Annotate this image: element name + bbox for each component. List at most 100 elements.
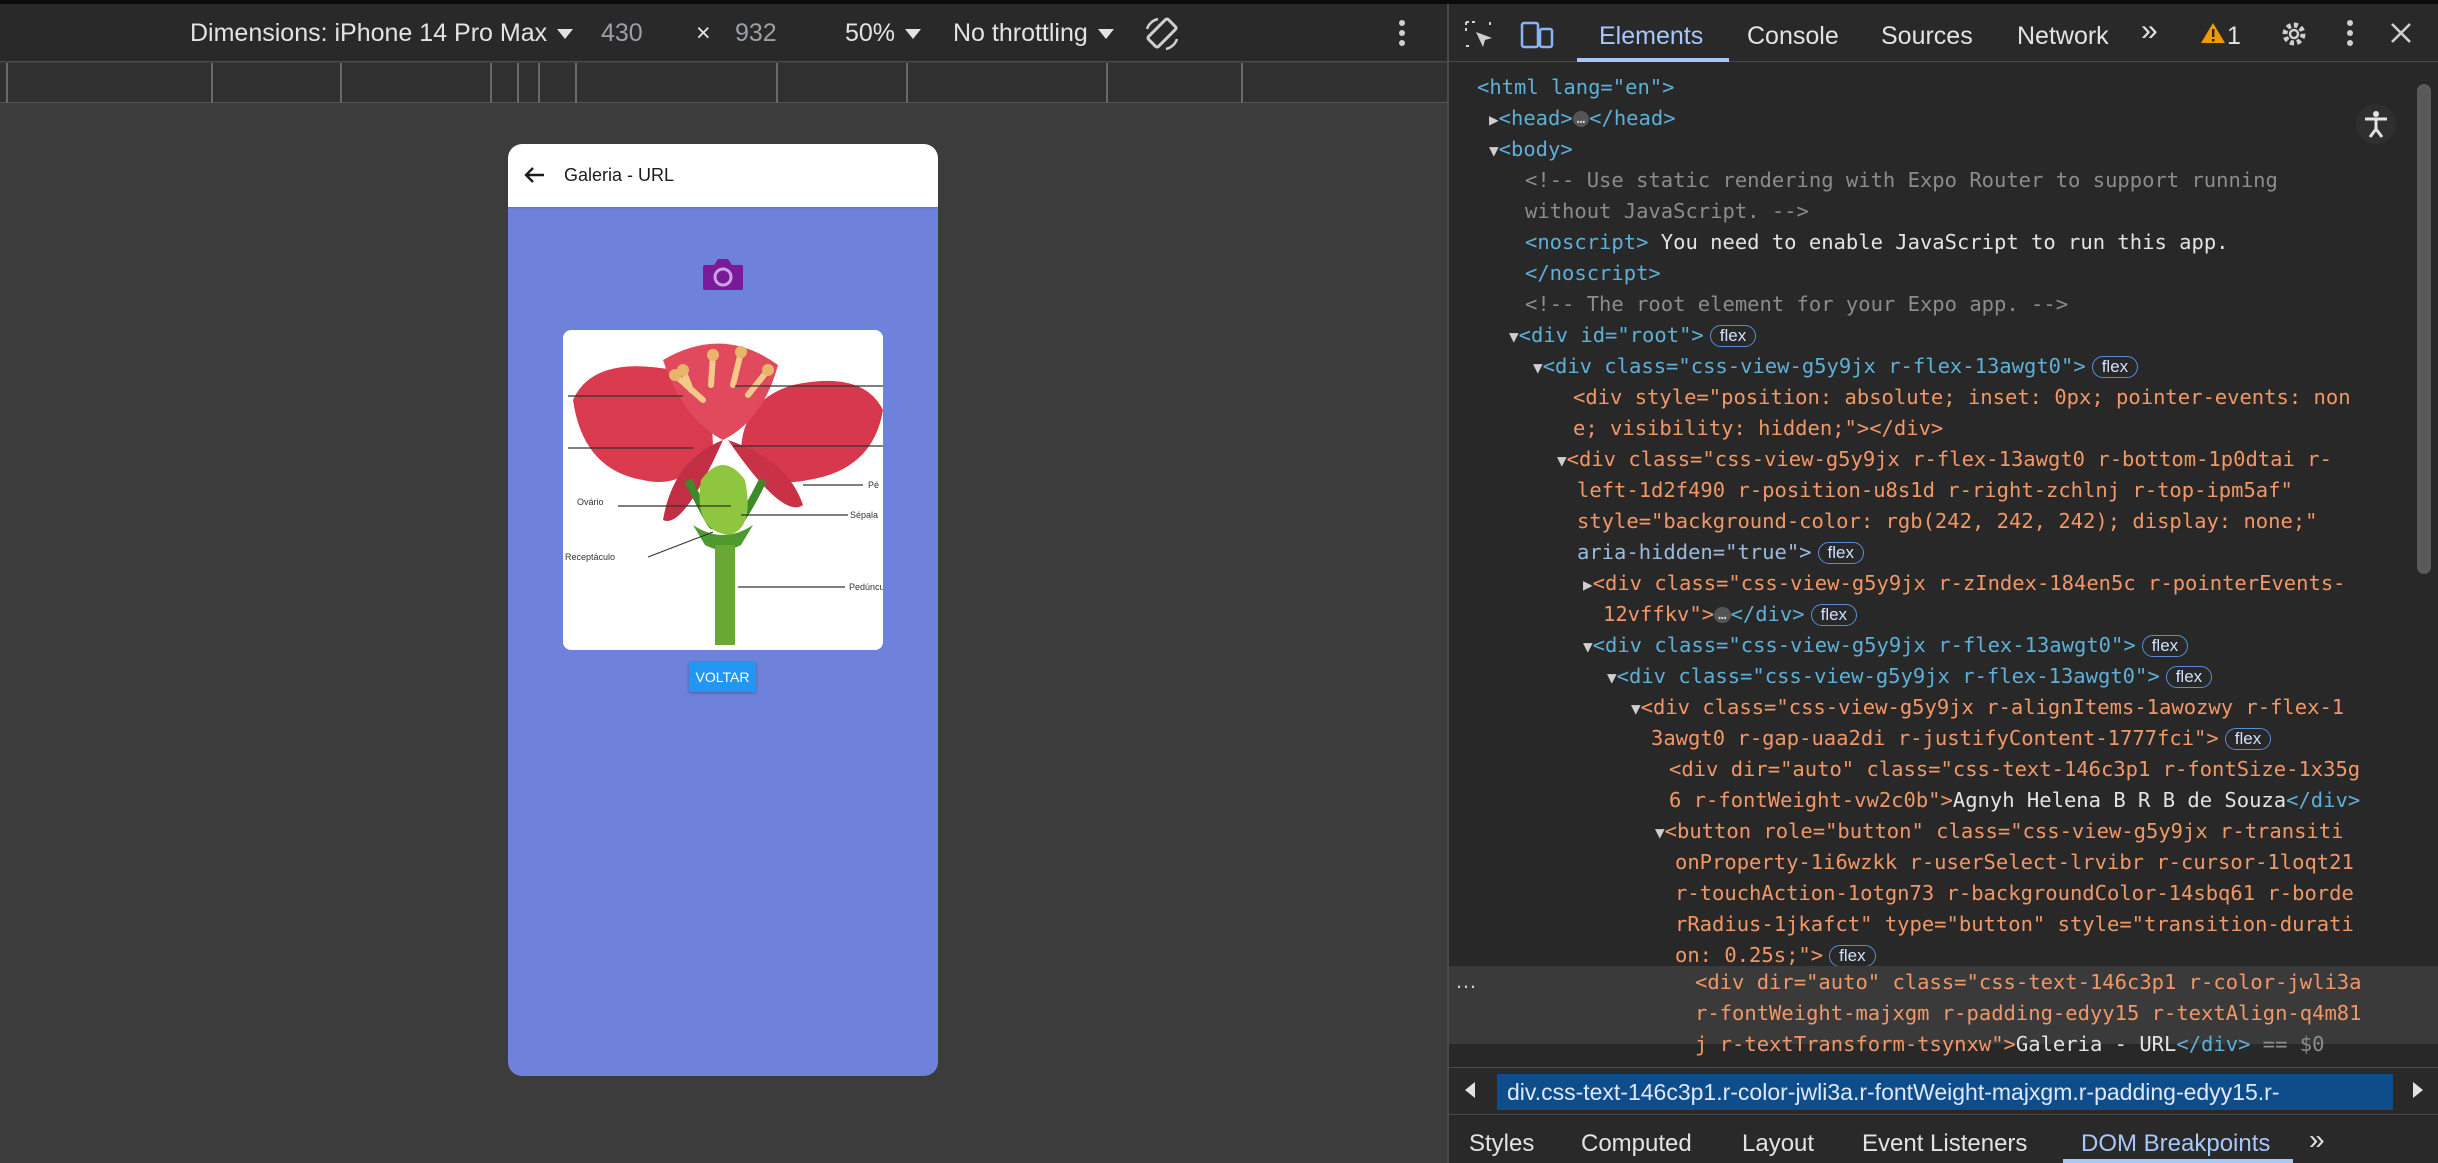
- dom-line[interactable]: onProperty-1i6wzkk r-userSelect-lrvibr r…: [1675, 847, 2354, 878]
- device-toolbar: Dimensions: iPhone 14 Pro Max 430 × 932 …: [0, 4, 1447, 62]
- width-input[interactable]: 430: [601, 19, 643, 48]
- close-icon[interactable]: [2389, 21, 2413, 50]
- tab-computed[interactable]: Computed: [1581, 1130, 1692, 1158]
- dom-line[interactable]: 12vffkv">… </div> flex: [1603, 599, 1858, 630]
- more-tabs-icon[interactable]: »: [2309, 1124, 2325, 1156]
- dom-line[interactable]: ▼<div class="css-view-g5y9jx r-flex-13aw…: [1557, 444, 2332, 476]
- back-arrow-icon[interactable]: [522, 162, 548, 188]
- customize-menu-icon[interactable]: [2344, 18, 2356, 53]
- collapse-arrow-icon[interactable]: ▼: [1557, 451, 1567, 470]
- rotate-icon[interactable]: [1144, 17, 1180, 58]
- flex-badge[interactable]: flex: [1829, 945, 1876, 967]
- code-text: You need to enable JavaScript to run thi…: [1648, 230, 2229, 254]
- breadcrumb[interactable]: div.css-text-146c3p1.r-color-jwli3a.r-fo…: [1497, 1074, 2393, 1110]
- dom-line[interactable]: 3awgt0 r-gap-uaa2di r-justifyContent-177…: [1651, 723, 2272, 754]
- collapse-arrow-icon[interactable]: ▼: [1533, 358, 1543, 377]
- code-text: 6 r-fontWeight-vw2c0b">: [1669, 788, 1953, 812]
- ellipsis-badge[interactable]: …: [1572, 111, 1590, 127]
- code-text: on: 0.25s;">: [1675, 943, 1824, 967]
- dom-line[interactable]: ▼<div id="root"> flex: [1509, 320, 1757, 352]
- accessibility-tree-button[interactable]: [2356, 104, 2396, 144]
- tab-sources[interactable]: Sources: [1881, 22, 1973, 51]
- vertical-scrollbar[interactable]: [2417, 84, 2431, 574]
- dom-line[interactable]: <noscript> You need to enable JavaScript…: [1525, 227, 2229, 258]
- flex-badge[interactable]: flex: [2141, 635, 2189, 657]
- settings-gear-icon[interactable]: [2279, 19, 2309, 54]
- voltar-button[interactable]: VOLTAR: [689, 662, 756, 692]
- dom-line[interactable]: ▶<div class="css-view-g5y9jx r-zIndex-18…: [1583, 568, 2346, 600]
- code-text: <div class="css-view-g5y9jx r-flex-13awg…: [1542, 354, 2086, 378]
- chevron-down-icon: [905, 29, 922, 40]
- dom-line[interactable]: <div style="position: absolute; inset: 0…: [1573, 382, 2351, 413]
- tab-styles[interactable]: Styles: [1469, 1130, 1534, 1158]
- tab-event-listeners[interactable]: Event Listeners: [1862, 1130, 2027, 1158]
- dom-line[interactable]: e; visibility: hidden;"></div>: [1573, 413, 1943, 444]
- collapse-arrow-icon[interactable]: ▼: [1583, 637, 1593, 656]
- camera-icon[interactable]: [701, 256, 745, 292]
- flex-badge[interactable]: flex: [2091, 356, 2139, 378]
- app-header: Galeria - URL: [508, 144, 938, 207]
- label-sepala: Sépala: [850, 510, 878, 520]
- height-input[interactable]: 932: [735, 19, 777, 48]
- dom-line[interactable]: ▼<div class="css-view-g5y9jx r-flex-13aw…: [1583, 630, 2189, 662]
- expand-arrow-icon[interactable]: ▶: [1583, 575, 1593, 594]
- warning-icon[interactable]: [2200, 21, 2226, 50]
- collapse-arrow-icon[interactable]: ▼: [1509, 327, 1519, 346]
- dom-line[interactable]: 6 r-fontWeight-vw2c0b">Agnyh Helena B R …: [1669, 785, 2360, 816]
- dom-line[interactable]: style="background-color: rgb(242, 242, 2…: [1577, 506, 2318, 537]
- dom-line[interactable]: j r-textTransform-tsynxw">Galeria - URL<…: [1695, 1032, 2324, 1056]
- tab-dom-breakpoints[interactable]: DOM Breakpoints: [2081, 1130, 2270, 1158]
- dom-line[interactable]: ▼<div class="css-view-g5y9jx r-flex-13aw…: [1533, 351, 2139, 383]
- dom-line[interactable]: ▼<body>: [1489, 134, 1573, 166]
- times-sign: ×: [696, 19, 711, 47]
- tab-elements[interactable]: Elements: [1599, 22, 1703, 51]
- collapse-arrow-icon[interactable]: ▼: [1489, 141, 1499, 160]
- flex-badge[interactable]: flex: [1709, 325, 1757, 347]
- dimensions-dropdown[interactable]: Dimensions: iPhone 14 Pro Max: [190, 19, 574, 48]
- dom-line[interactable]: aria-hidden="true"> flex: [1577, 537, 1864, 568]
- flex-badge[interactable]: flex: [1810, 604, 1858, 626]
- media-query-ruler[interactable]: [0, 63, 1447, 103]
- dom-line[interactable]: ▼<button role="button" class="css-view-g…: [1655, 816, 2343, 848]
- dom-line[interactable]: left-1d2f490 r-position-u8s1d r-right-zc…: [1577, 475, 2293, 506]
- dom-line[interactable]: r-touchAction-1otgn73 r-backgroundColor-…: [1675, 878, 2354, 909]
- dom-line[interactable]: </noscript>: [1525, 258, 1661, 289]
- dom-line[interactable]: without JavaScript. -->: [1525, 196, 1809, 227]
- ellipsis-badge[interactable]: …: [1714, 607, 1731, 623]
- page-title: Galeria - URL: [564, 165, 675, 185]
- tab-network[interactable]: Network: [2017, 22, 2109, 51]
- dom-line[interactable]: <html lang="en">: [1477, 72, 1674, 103]
- flex-badge[interactable]: flex: [1817, 542, 1864, 564]
- device-toggle-icon[interactable]: [1520, 19, 1554, 56]
- collapse-arrow-icon[interactable]: ▼: [1655, 823, 1665, 842]
- dom-line[interactable]: ▼<div class="css-view-g5y9jx r-alignItem…: [1631, 692, 2344, 724]
- dom-line[interactable]: <!-- The root element for your Expo app.…: [1525, 289, 2068, 320]
- dom-line[interactable]: <div dir="auto" class="css-text-146c3p1 …: [1669, 754, 2360, 785]
- dom-line[interactable]: ▶<head>… </head>: [1489, 103, 1676, 135]
- breadcrumb-left-icon[interactable]: [1461, 1078, 1479, 1107]
- active-tab-indicator: [2063, 1159, 2293, 1163]
- dom-line[interactable]: <!-- Use static rendering with Expo Rout…: [1525, 165, 2278, 196]
- dom-line[interactable]: ▼<div class="css-view-g5y9jx r-flex-13aw…: [1607, 661, 2213, 693]
- more-options-icon[interactable]: [1396, 18, 1408, 55]
- tab-console[interactable]: Console: [1747, 22, 1839, 51]
- throttling-dropdown[interactable]: No throttling: [953, 19, 1114, 48]
- dom-line[interactable]: rRadius-1jkafct" type="button" style="tr…: [1675, 909, 2354, 940]
- code-text: <html lang="en">: [1477, 75, 1675, 99]
- more-actions-dots[interactable]: …: [1455, 968, 1477, 994]
- collapse-arrow-icon[interactable]: ▼: [1607, 668, 1617, 687]
- flex-badge[interactable]: flex: [2165, 666, 2213, 688]
- collapse-arrow-icon[interactable]: ▼: [1631, 699, 1641, 718]
- more-tabs-icon[interactable]: »: [2141, 14, 2158, 48]
- expand-arrow-icon[interactable]: ▶: [1489, 110, 1499, 129]
- tab-layout[interactable]: Layout: [1742, 1130, 1814, 1158]
- code-text: <button role="button" class="css-view-g5…: [1664, 819, 2344, 843]
- breadcrumb-right-icon[interactable]: [2409, 1078, 2427, 1107]
- label-receptaculo: Receptáculo: [565, 552, 615, 562]
- zoom-dropdown[interactable]: 50%: [845, 19, 922, 48]
- flex-badge[interactable]: flex: [2224, 728, 2272, 750]
- code-text: <div class="css-view-g5y9jx r-flex-13awg…: [1592, 633, 2136, 657]
- inspect-element-icon[interactable]: [1463, 19, 1495, 56]
- code-text: <div class="css-view-g5y9jx r-zIndex-184…: [1592, 571, 2346, 595]
- code-text: <body>: [1498, 137, 1573, 161]
